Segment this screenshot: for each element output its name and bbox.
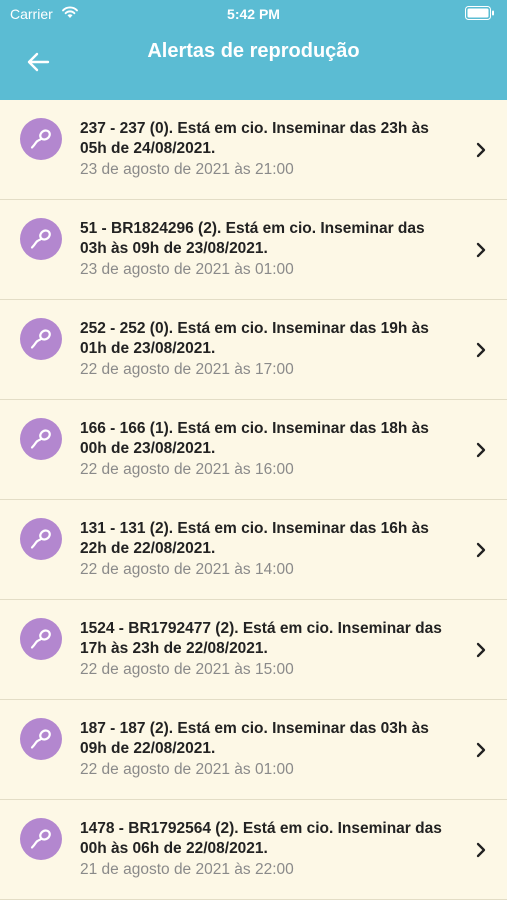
sperm-icon <box>30 529 51 549</box>
alert-avatar <box>20 118 62 160</box>
alert-title: 131 - 131 (2). Está em cio. Inseminar da… <box>80 520 429 557</box>
sperm-icon <box>30 329 51 349</box>
alert-avatar <box>20 418 62 460</box>
alert-text: 252 - 252 (0). Está em cio. Inseminar da… <box>80 319 450 380</box>
alerts-list: 237 - 237 (0). Está em cio. Inseminar da… <box>0 100 507 900</box>
alert-date: 22 de agosto de 2021 às 14:00 <box>80 561 294 578</box>
alert-date: 22 de agosto de 2021 às 16:00 <box>80 461 294 478</box>
alert-date: 22 de agosto de 2021 às 01:00 <box>80 761 294 778</box>
alert-list-item[interactable]: 1524 - BR1792477 (2). Está em cio. Insem… <box>0 600 507 700</box>
alert-avatar <box>20 518 62 560</box>
sperm-icon <box>30 129 51 149</box>
battery-icon <box>465 6 494 20</box>
sperm-icon <box>30 229 51 249</box>
chevron-right-icon <box>476 742 486 758</box>
alert-list-item[interactable]: 1478 - BR1792564 (2). Está em cio. Insem… <box>0 800 507 900</box>
alert-text: 187 - 187 (2). Está em cio. Inseminar da… <box>80 719 450 780</box>
alert-date: 22 de agosto de 2021 às 17:00 <box>80 361 294 378</box>
chevron-right-icon <box>476 442 486 458</box>
alert-title: 1524 - BR1792477 (2). Está em cio. Insem… <box>80 620 442 657</box>
chevron-right-icon <box>476 542 486 558</box>
status-bar: Carrier 5:42 PM <box>0 0 507 28</box>
navigation-bar: Alertas de reprodução <box>0 28 507 100</box>
page-title: Alertas de reprodução <box>147 40 360 62</box>
alert-list-item[interactable]: 166 - 166 (1). Está em cio. Inseminar da… <box>0 400 507 500</box>
alert-title: 237 - 237 (0). Está em cio. Inseminar da… <box>80 120 429 157</box>
alert-text: 51 - BR1824296 (2). Está em cio. Insemin… <box>80 219 450 280</box>
alert-date: 21 de agosto de 2021 às 22:00 <box>80 861 294 878</box>
alert-list-item[interactable]: 131 - 131 (2). Está em cio. Inseminar da… <box>0 500 507 600</box>
alert-title: 187 - 187 (2). Está em cio. Inseminar da… <box>80 720 429 757</box>
alert-avatar <box>20 318 62 360</box>
alert-avatar <box>20 718 62 760</box>
alert-text: 166 - 166 (1). Está em cio. Inseminar da… <box>80 419 450 480</box>
chevron-right-icon <box>476 242 486 258</box>
alert-text: 237 - 237 (0). Está em cio. Inseminar da… <box>80 119 450 180</box>
chevron-right-icon <box>476 642 486 658</box>
alert-text: 1524 - BR1792477 (2). Está em cio. Insem… <box>80 619 450 680</box>
alert-title: 1478 - BR1792564 (2). Está em cio. Insem… <box>80 820 442 857</box>
chevron-right-icon <box>476 142 486 158</box>
alert-list-item[interactable]: 187 - 187 (2). Está em cio. Inseminar da… <box>0 700 507 800</box>
chevron-right-icon <box>476 842 486 858</box>
alert-list-item[interactable]: 252 - 252 (0). Está em cio. Inseminar da… <box>0 300 507 400</box>
header: Carrier 5:42 PM Alertas de reprodução <box>0 0 507 100</box>
alert-date: 22 de agosto de 2021 às 15:00 <box>80 661 294 678</box>
alert-list-item[interactable]: 237 - 237 (0). Está em cio. Inseminar da… <box>0 100 507 200</box>
alert-date: 23 de agosto de 2021 às 01:00 <box>80 261 294 278</box>
alert-avatar <box>20 218 62 260</box>
sperm-icon <box>30 429 51 449</box>
alert-text: 131 - 131 (2). Está em cio. Inseminar da… <box>80 519 450 580</box>
sperm-icon <box>30 729 51 749</box>
alert-title: 51 - BR1824296 (2). Está em cio. Insemin… <box>80 220 425 257</box>
chevron-right-icon <box>476 342 486 358</box>
alert-title: 166 - 166 (1). Está em cio. Inseminar da… <box>80 420 429 457</box>
alert-list-item[interactable]: 51 - BR1824296 (2). Está em cio. Insemin… <box>0 200 507 300</box>
sperm-icon <box>30 829 51 849</box>
status-time: 5:42 PM <box>227 6 280 22</box>
sperm-icon <box>30 629 51 649</box>
alert-date: 23 de agosto de 2021 às 21:00 <box>80 161 294 178</box>
alert-avatar <box>20 818 62 860</box>
alert-text: 1478 - BR1792564 (2). Está em cio. Insem… <box>80 819 450 880</box>
alert-avatar <box>20 618 62 660</box>
alert-title: 252 - 252 (0). Está em cio. Inseminar da… <box>80 320 429 357</box>
